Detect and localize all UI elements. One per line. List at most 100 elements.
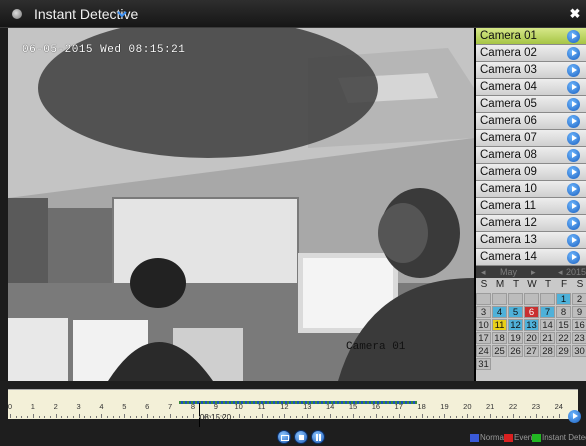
- camera-list-item[interactable]: Camera 12: [476, 215, 586, 232]
- play-circle-icon[interactable]: [567, 200, 580, 213]
- camera-list-item[interactable]: Camera 09: [476, 164, 586, 181]
- timeline-hour-label: 2: [53, 402, 58, 411]
- timeline-hour-tick: [101, 414, 103, 418]
- timeline-hour-label: 23: [531, 402, 541, 411]
- snapshot-button[interactable]: [277, 430, 291, 444]
- timeline-minor-tick: [198, 416, 200, 418]
- play-circle-icon[interactable]: [567, 166, 580, 179]
- timeline-hour-label: 0: [7, 402, 13, 411]
- play-circle-icon[interactable]: [567, 132, 580, 145]
- calendar-day[interactable]: 7: [540, 306, 555, 318]
- timeline-next-button[interactable]: [568, 410, 581, 423]
- calendar-day[interactable]: 11: [492, 319, 507, 331]
- video-playback-view[interactable]: 06-05-2015 Wed 08:15:21 Camera 01: [8, 28, 474, 381]
- play-circle-icon[interactable]: [567, 183, 580, 196]
- camera-list-item-label: Camera 02: [480, 47, 537, 59]
- play-circle-icon[interactable]: [567, 81, 580, 94]
- calendar-day[interactable]: 30: [572, 345, 586, 357]
- camera-list-item[interactable]: Camera 02: [476, 45, 586, 62]
- timeline-minor-tick: [267, 416, 269, 418]
- timeline-minor-tick: [44, 416, 46, 418]
- timeline-minor-tick: [250, 416, 252, 418]
- timeline-hour-tick: [261, 414, 263, 418]
- calendar-day[interactable]: 28: [540, 345, 555, 357]
- calendar-day[interactable]: 6: [524, 306, 539, 318]
- calendar-empty-cell: [524, 293, 539, 305]
- calendar-day[interactable]: 22: [556, 332, 571, 344]
- camera-list-item[interactable]: Camera 04: [476, 79, 586, 96]
- calendar-day[interactable]: 3: [476, 306, 491, 318]
- play-circle-icon[interactable]: [567, 251, 580, 264]
- video-camera-label: Camera 01: [346, 341, 406, 353]
- calendar-day[interactable]: 24: [476, 345, 491, 357]
- camera-list-item[interactable]: Camera 05: [476, 96, 586, 113]
- pause-button[interactable]: [311, 430, 325, 444]
- calendar-day[interactable]: 31: [476, 358, 491, 370]
- calendar-day[interactable]: 14: [540, 319, 555, 331]
- timeline-panel: 08:15:20 0123456789101112131415161718192…: [0, 381, 586, 446]
- calendar-day[interactable]: 23: [572, 332, 586, 344]
- play-circle-icon[interactable]: [567, 217, 580, 230]
- play-circle-icon[interactable]: [567, 47, 580, 60]
- calendar-day[interactable]: 27: [524, 345, 539, 357]
- play-circle-icon[interactable]: [567, 64, 580, 77]
- chevron-down-icon[interactable]: [117, 9, 127, 19]
- camera-list-item-label: Camera 07: [480, 132, 537, 144]
- play-circle-icon[interactable]: [567, 98, 580, 111]
- calendar-day[interactable]: 2: [572, 293, 586, 305]
- calendar-day[interactable]: 13: [524, 319, 539, 331]
- calendar-day[interactable]: 10: [476, 319, 491, 331]
- camera-list-item[interactable]: Camera 10: [476, 181, 586, 198]
- calendar-weekday-label: T: [544, 279, 552, 290]
- next-month-button[interactable]: ▸: [531, 267, 536, 278]
- play-circle-icon[interactable]: [567, 115, 580, 128]
- calendar-day[interactable]: 29: [556, 345, 571, 357]
- play-circle-icon[interactable]: [567, 30, 580, 43]
- calendar-day[interactable]: 20: [524, 332, 539, 344]
- calendar-day[interactable]: 21: [540, 332, 555, 344]
- timeline-track[interactable]: 08:15:20 0123456789101112131415161718192…: [8, 389, 578, 427]
- calendar-day[interactable]: 15: [556, 319, 571, 331]
- calendar-day[interactable]: 4: [492, 306, 507, 318]
- camera-list-item[interactable]: Camera 03: [476, 62, 586, 79]
- stop-button[interactable]: [294, 430, 308, 444]
- calendar-day[interactable]: 9: [572, 306, 586, 318]
- timeline-minor-tick: [152, 416, 154, 418]
- calendar-day[interactable]: 18: [492, 332, 507, 344]
- prev-year-button[interactable]: ◂: [558, 267, 563, 278]
- calendar-weekday-label: W: [527, 279, 537, 290]
- calendar-day[interactable]: 26: [508, 345, 523, 357]
- calendar-day[interactable]: 5: [508, 306, 523, 318]
- calendar-day[interactable]: 1: [556, 293, 571, 305]
- timeline-hour-label: 17: [394, 402, 403, 411]
- calendar-day[interactable]: 16: [572, 319, 586, 331]
- legend-swatch: [470, 434, 479, 442]
- close-button[interactable]: ✖: [569, 7, 581, 20]
- timeline-minor-tick: [187, 416, 189, 418]
- timeline-hour-label: 1: [30, 402, 35, 411]
- calendar-day[interactable]: 8: [556, 306, 571, 318]
- timeline-minor-tick: [553, 416, 555, 418]
- calendar-day[interactable]: 12: [508, 319, 523, 331]
- camera-list-item-label: Camera 09: [480, 166, 537, 178]
- timeline-hour-tick: [398, 414, 400, 418]
- camera-list-item[interactable]: Camera 06: [476, 113, 586, 130]
- calendar-day[interactable]: 17: [476, 332, 491, 344]
- calendar-day[interactable]: 19: [508, 332, 523, 344]
- timeline-hour-label: 8: [190, 402, 195, 411]
- play-circle-icon[interactable]: [567, 149, 580, 162]
- camera-list-item[interactable]: Camera 11: [476, 198, 586, 215]
- camera-list-item[interactable]: Camera 13: [476, 232, 586, 249]
- calendar-day[interactable]: 25: [492, 345, 507, 357]
- timeline-minor-tick: [530, 416, 532, 418]
- timeline-minor-tick: [112, 416, 114, 418]
- camera-list-item[interactable]: Camera 14: [476, 249, 586, 266]
- camera-list-item[interactable]: Camera 01: [476, 28, 586, 45]
- timeline-minor-tick: [158, 416, 160, 418]
- legend-label: Instant Detect: [542, 433, 586, 442]
- play-circle-icon[interactable]: [567, 234, 580, 247]
- camera-list-item[interactable]: Camera 07: [476, 130, 586, 147]
- prev-month-button[interactable]: ◂: [481, 267, 486, 278]
- camera-list-item[interactable]: Camera 08: [476, 147, 586, 164]
- timeline-minor-tick: [72, 416, 74, 418]
